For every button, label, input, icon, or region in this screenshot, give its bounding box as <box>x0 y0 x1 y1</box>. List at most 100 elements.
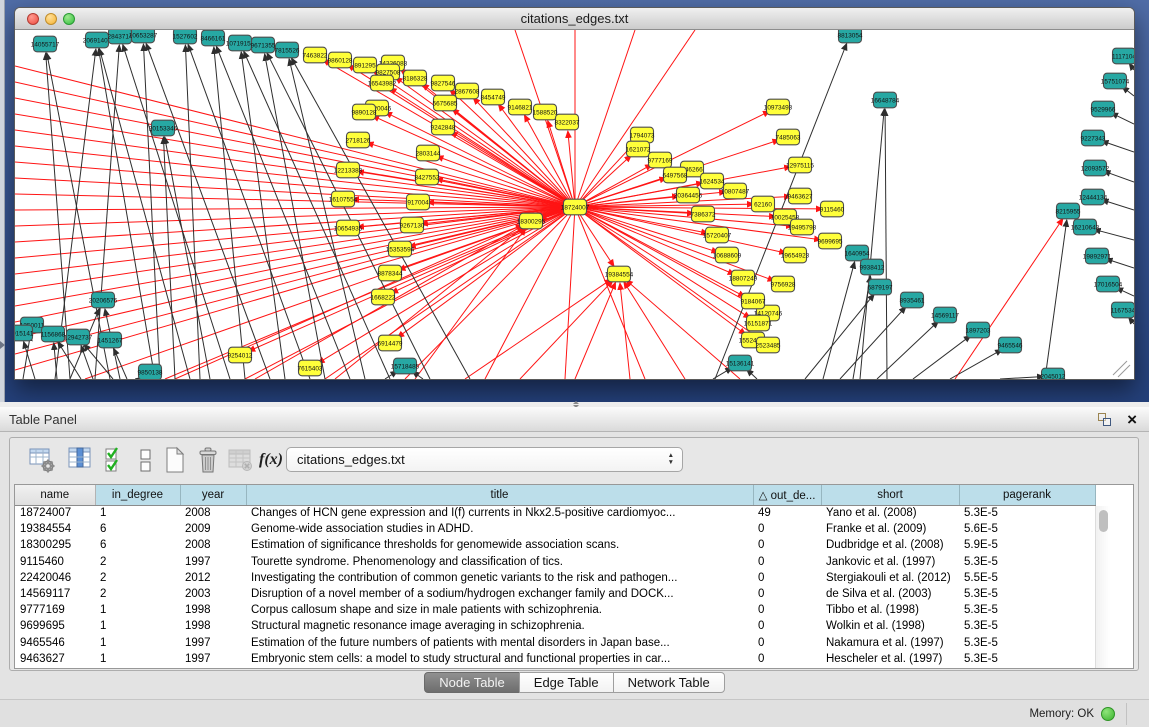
graph-node[interactable]: 7615403 <box>298 360 323 376</box>
table-row[interactable]: 1872400712008Changes of HCN gene express… <box>15 505 1095 521</box>
delete-attribute-icon[interactable] <box>194 445 222 475</box>
graph-node[interactable]: 9890128 <box>352 104 377 120</box>
table-selector-dropdown[interactable]: citations_edges.txt ▲▼ <box>286 447 683 472</box>
graph-node[interactable]: 14055717 <box>31 36 60 52</box>
tab-node-table[interactable]: Node Table <box>424 672 520 693</box>
graph-node[interactable]: 10653287 <box>129 30 158 43</box>
tab-network-table[interactable]: Network Table <box>613 672 725 693</box>
table-cell[interactable]: Corpus callosum shape and size in male p… <box>246 602 753 618</box>
graph-node[interactable]: 1621072 <box>626 141 651 157</box>
graph-node[interactable]: 1624534 <box>700 173 725 189</box>
graph-node[interactable]: 7815526 <box>275 42 300 58</box>
zoom-window-button[interactable] <box>63 13 75 25</box>
column-header-pagerank[interactable]: pagerank <box>959 485 1095 505</box>
network-graph-canvas[interactable]: 1872400718300295193845548912951422608398… <box>15 30 1134 379</box>
graph-node[interactable]: 16107554 <box>329 191 358 207</box>
table-cell[interactable]: 5.3E-5 <box>959 586 1095 602</box>
graph-node[interactable]: 16648784 <box>871 92 900 108</box>
graph-node[interactable]: 20364456 <box>674 187 703 203</box>
table-cell[interactable]: 9465546 <box>15 635 95 651</box>
table-row[interactable]: 2242004622012Investigating the contribut… <box>15 570 1095 586</box>
table-cell[interactable]: 1 <box>95 651 180 667</box>
float-panel-icon[interactable] <box>1098 413 1111 426</box>
table-cell[interactable]: 1 <box>95 618 180 634</box>
minimize-window-button[interactable] <box>45 13 57 25</box>
table-cell[interactable]: Estimation of the future numbers of pati… <box>246 635 753 651</box>
graph-node[interactable]: 19892971 <box>1083 248 1112 264</box>
graph-node[interactable]: 2803144 <box>416 145 441 161</box>
graph-node[interactable]: 6497568 <box>663 167 688 183</box>
table-cell[interactable]: Dudbridge et al. (2008) <box>821 537 959 553</box>
graph-node[interactable]: 18300295 <box>517 213 546 229</box>
table-cell[interactable]: 9463627 <box>15 651 95 667</box>
table-cell[interactable]: 9777169 <box>15 602 95 618</box>
table-scrollbar[interactable] <box>1095 506 1110 669</box>
graph-node[interactable]: 17016504 <box>1094 276 1123 292</box>
table-cell[interactable]: Structural magnetic resonance image aver… <box>246 618 753 634</box>
table-cell[interactable]: 1 <box>95 602 180 618</box>
graph-node[interactable]: 10807487 <box>721 183 750 199</box>
graph-node[interactable]: 19384554 <box>605 266 634 282</box>
graph-node[interactable]: 6914479 <box>378 335 403 351</box>
graph-node[interactable]: 9850138 <box>138 364 163 379</box>
table-cell[interactable]: Changes of HCN gene expression and I(f) … <box>246 505 753 521</box>
graph-node[interactable]: 15751074 <box>1101 73 1130 89</box>
collapse-arrow-icon[interactable] <box>0 341 5 349</box>
table-cell[interactable]: 5.3E-5 <box>959 602 1095 618</box>
table-cell[interactable]: 1998 <box>180 602 246 618</box>
table-cell[interactable]: 0 <box>753 554 821 570</box>
graph-node[interactable]: 8878344 <box>378 265 403 281</box>
network-window[interactable]: citations_edges.txt 18724007183002951938… <box>14 7 1135 380</box>
graph-node[interactable]: 12444134 <box>1079 189 1108 205</box>
graph-node[interactable]: 8935461 <box>900 292 925 308</box>
graph-node[interactable]: 1527602 <box>173 30 198 44</box>
graph-node[interactable]: 12093572 <box>1081 160 1110 176</box>
table-cell[interactable]: 5.3E-5 <box>959 651 1095 667</box>
table-row[interactable]: 1830029562008Estimation of significance … <box>15 537 1095 553</box>
graph-node[interactable]: 9465546 <box>998 337 1023 353</box>
graph-node[interactable]: 1156868 <box>41 326 66 342</box>
column-header-title[interactable]: title <box>246 485 753 505</box>
graph-node[interactable]: 9254012 <box>228 347 253 363</box>
panel-collapse-strip[interactable] <box>0 0 5 402</box>
table-cell[interactable]: 0 <box>753 651 821 667</box>
table-cell[interactable]: Stergiakouli et al. (2012) <box>821 570 959 586</box>
graph-node[interactable]: 20153346 <box>149 120 178 136</box>
table-cell[interactable]: 1 <box>95 635 180 651</box>
graph-node[interactable]: 12975115 <box>786 157 814 173</box>
graph-node[interactable]: 5675685 <box>433 95 458 111</box>
graph-node[interactable]: 9227343 <box>1081 130 1106 146</box>
graph-node[interactable]: 1794073 <box>630 127 655 143</box>
table-cell[interactable]: 6 <box>95 537 180 553</box>
column-header-year[interactable]: year <box>180 485 246 505</box>
column-header-short[interactable]: short <box>821 485 959 505</box>
table-cell[interactable]: 0 <box>753 570 821 586</box>
function-builder-icon[interactable]: f(x) <box>259 445 287 475</box>
graph-node[interactable]: 15136141 <box>726 355 755 371</box>
graph-node[interactable]: 2718126 <box>346 132 371 148</box>
table-row[interactable]: 969969511998Structural magnetic resonanc… <box>15 618 1095 634</box>
table-cell[interactable]: Wolkin et al. (1998) <box>821 618 959 634</box>
graph-node[interactable]: 9115460 <box>820 201 845 217</box>
table-row[interactable]: 1938455462009Genome-wide association stu… <box>15 521 1095 537</box>
table-cell[interactable]: Jankovic et al. (1997) <box>821 554 959 570</box>
graph-node[interactable]: 9146821 <box>508 99 533 115</box>
graph-node[interactable]: 10654935 <box>334 220 363 236</box>
table-cell[interactable]: 5.3E-5 <box>959 505 1095 521</box>
graph-node[interactable]: 7386372 <box>691 206 716 222</box>
graph-node[interactable]: 16151871 <box>744 315 773 331</box>
table-cell[interactable]: 5.5E-5 <box>959 570 1095 586</box>
close-panel-icon[interactable]: × <box>1127 409 1137 430</box>
table-cell[interactable]: 2008 <box>180 537 246 553</box>
table-cell[interactable]: 14569117 <box>15 586 95 602</box>
column-header-in_degree[interactable]: in_degree <box>95 485 180 505</box>
table-cell[interactable]: 5.3E-5 <box>959 554 1095 570</box>
graph-node[interactable]: 15718485 <box>391 358 420 374</box>
graph-node[interactable]: 16543982 <box>368 75 397 91</box>
tab-edge-table[interactable]: Edge Table <box>519 672 614 693</box>
graph-node[interactable]: 8454749 <box>481 89 506 105</box>
table-cell[interactable]: 2 <box>95 554 180 570</box>
table-cell[interactable]: 1998 <box>180 618 246 634</box>
graph-node[interactable]: 2867608 <box>455 83 480 99</box>
table-cell[interactable]: 5.6E-5 <box>959 521 1095 537</box>
